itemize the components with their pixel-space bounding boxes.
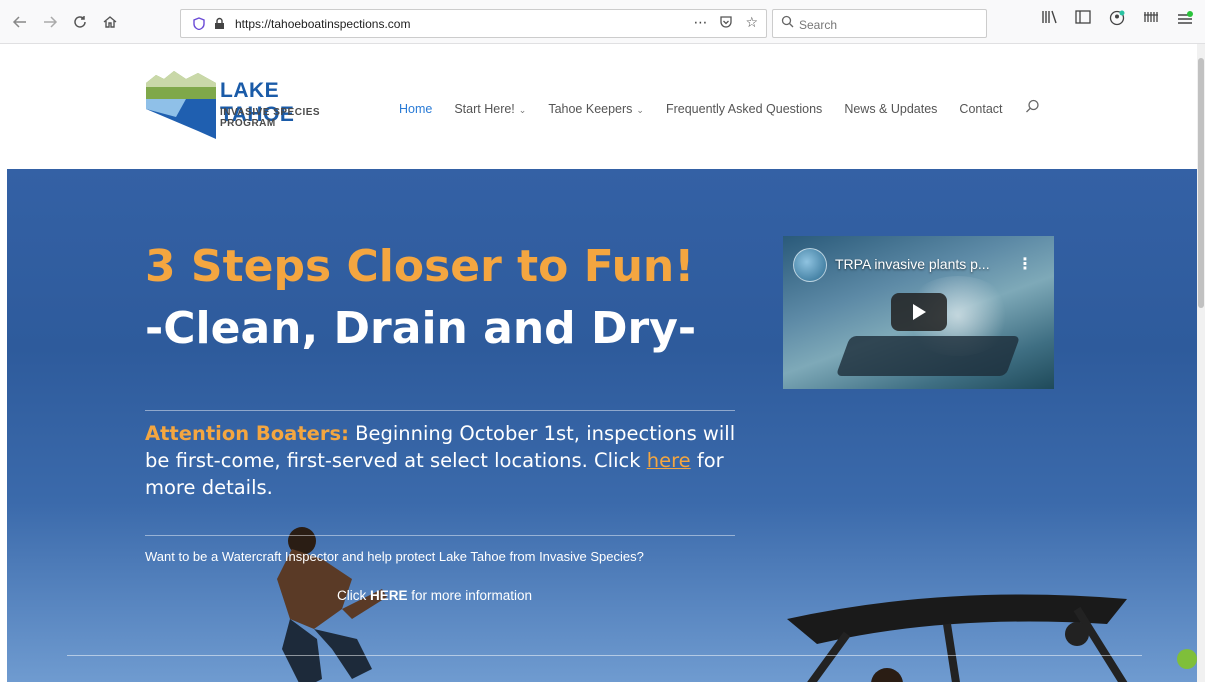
address-bar[interactable]: https://tahoeboatinspections.com ⋯ ☆ [180, 9, 767, 38]
site-logo[interactable]: LAKE TAHOE INVASIVE SPECIES PROGRAM [146, 69, 346, 139]
divider [145, 535, 735, 536]
pocket-icon[interactable] [719, 15, 733, 33]
nav-item-label: Frequently Asked Questions [665, 101, 823, 116]
shield-icon[interactable] [193, 17, 205, 33]
main-navigation: Home Start Here! ⌄ Tahoe Keepers ⌄ Frequen… [399, 99, 1040, 118]
lock-icon[interactable] [214, 17, 225, 33]
more-info-link[interactable]: Click HERE for more information [337, 588, 532, 603]
more-info-suffix: for more information [407, 588, 533, 603]
library-icon[interactable] [1040, 10, 1058, 30]
reload-icon[interactable] [68, 10, 92, 34]
nav-item-label: Tahoe Keepers [548, 101, 633, 116]
boat-tower-photo [787, 594, 1197, 682]
inspector-recruit-text: Want to be a Watercraft Inspector and he… [145, 549, 644, 564]
site-search-icon[interactable] [1025, 99, 1040, 118]
site-header: LAKE TAHOE INVASIVE SPECIES PROGRAM Home… [0, 44, 1197, 169]
browser-toolbar: https://tahoeboatinspections.com ⋯ ☆ Sea… [0, 0, 1205, 44]
more-info-here[interactable]: HERE [370, 588, 408, 603]
nav-item-tahoe-keepers[interactable]: Tahoe Keepers ⌄ [548, 102, 644, 116]
search-placeholder: Search [799, 18, 838, 32]
chevron-down-icon: ⌄ [636, 104, 644, 115]
chevron-down-icon: ⌄ [518, 104, 527, 115]
divider [67, 655, 1142, 656]
home-icon[interactable] [98, 10, 122, 34]
bookmark-star-icon[interactable]: ☆ [745, 15, 758, 33]
channel-avatar[interactable] [793, 248, 827, 282]
nav-item-label: Contact [959, 101, 1003, 116]
account-icon[interactable] [1108, 10, 1126, 30]
video-embed[interactable]: TRPA invasive plants p... ⋮ [783, 236, 1054, 389]
hero-headline: 3 Steps Closer to Fun! [145, 241, 695, 292]
sidebar-icon[interactable] [1074, 10, 1092, 30]
divider [145, 410, 735, 411]
more-info-prefix: Click [337, 588, 370, 603]
hero-subheadline: -Clean, Drain and Dry- [145, 303, 697, 354]
nav-item-home[interactable]: Home [399, 102, 432, 116]
hero-section: 3 Steps Closer to Fun! -Clean, Drain and… [7, 169, 1197, 682]
page-actions-icon[interactable]: ⋯ [693, 15, 707, 33]
video-thumbnail-boat [835, 336, 1021, 376]
extension-icon[interactable] [1142, 10, 1160, 30]
forward-icon[interactable] [38, 10, 62, 34]
play-icon [913, 304, 926, 320]
attention-label: Attention Boaters: [145, 422, 349, 445]
attention-here-link[interactable]: here [647, 449, 691, 472]
url-text[interactable]: https://tahoeboatinspections.com [235, 17, 410, 31]
video-title[interactable]: TRPA invasive plants p... [835, 256, 990, 272]
menu-icon[interactable] [1176, 10, 1194, 30]
scrollbar-thumb[interactable] [1198, 58, 1204, 308]
play-button[interactable] [891, 293, 947, 331]
nav-item-label: News & Updates [844, 101, 938, 116]
attention-notice: Attention Boaters: Beginning October 1st… [145, 420, 745, 501]
nav-item-start-here[interactable]: Start Here! ⌄ [454, 102, 526, 116]
nav-item-news-updates[interactable]: News & Updates [844, 102, 937, 116]
nav-item-label: Home [399, 101, 433, 116]
nav-item-label: Start Here! [454, 101, 515, 116]
mountain-lake-logo-icon [146, 71, 216, 139]
logo-subtitle: INVASIVE SPECIES PROGRAM [220, 107, 321, 129]
browser-search-input[interactable]: Search [772, 9, 987, 38]
nav-item-faq[interactable]: Frequently Asked Questions [666, 102, 822, 116]
more-options-icon[interactable]: ⋮ [1017, 254, 1033, 273]
nav-item-contact[interactable]: Contact [959, 102, 1002, 116]
search-icon [781, 15, 794, 32]
back-icon[interactable] [8, 10, 32, 34]
page-scrollbar[interactable] [1197, 44, 1205, 682]
